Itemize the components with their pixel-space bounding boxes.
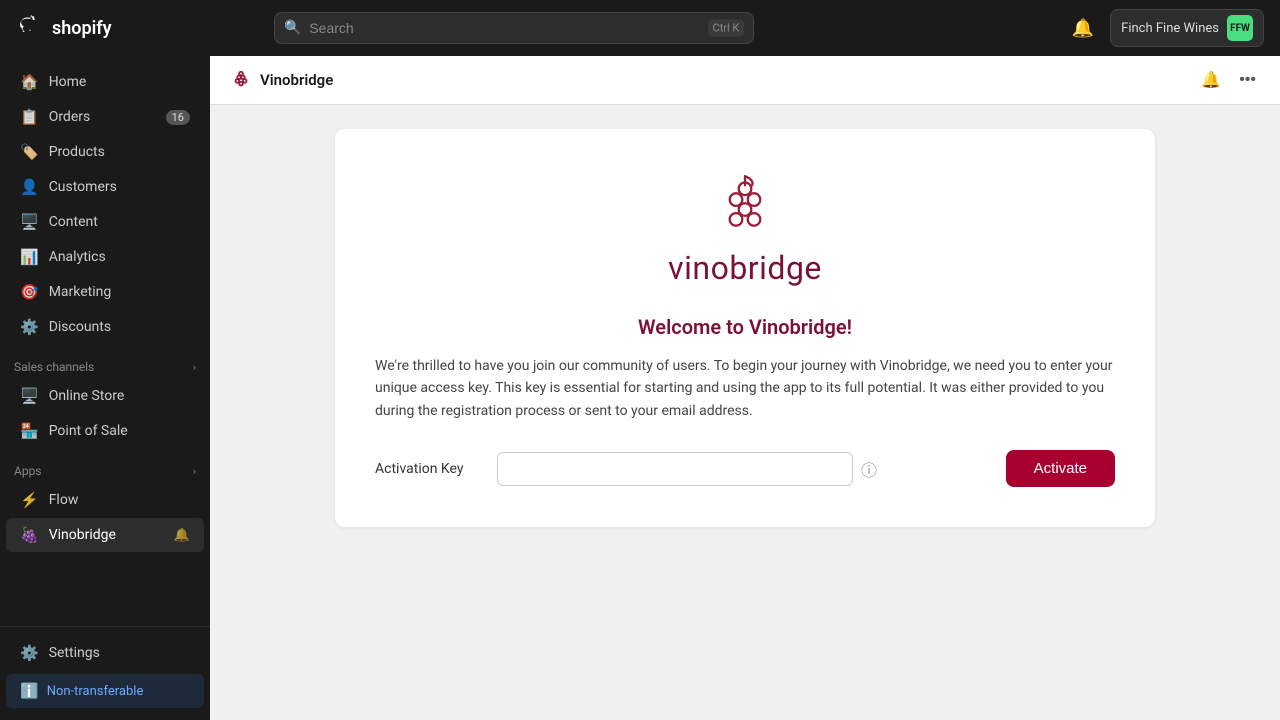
- vinobridge-bell-icon: 🔔: [174, 528, 190, 543]
- info-circle-icon: ℹ️: [20, 682, 39, 700]
- analytics-icon: 📊: [20, 248, 39, 266]
- online-store-icon: 🖥️: [20, 387, 39, 405]
- settings-icon: ⚙️: [20, 644, 39, 662]
- store-switcher[interactable]: Finch Fine Wines FFW: [1110, 9, 1264, 47]
- sidebar-item-online-store[interactable]: 🖥️ Online Store: [6, 379, 204, 413]
- sidebar-item-discounts[interactable]: ⚙️ Discounts: [6, 310, 204, 344]
- vinobridge-nav-icon: 🍇: [20, 526, 39, 544]
- welcome-heading: Welcome to Vinobridge!: [375, 315, 1115, 339]
- sales-channels-header: Sales channels ›: [0, 350, 210, 378]
- activation-label: Activation Key: [375, 461, 485, 477]
- sidebar-bottom: ⚙️ Settings ℹ️ Non-transferable: [0, 626, 210, 712]
- activation-info-icon[interactable]: ⓘ: [861, 457, 877, 481]
- orders-icon: 📋: [20, 108, 39, 126]
- welcome-body-text: We're thrilled to have you join our comm…: [375, 355, 1115, 422]
- notification-button[interactable]: 🔔: [1068, 14, 1098, 43]
- app-more-button[interactable]: •••: [1235, 67, 1260, 93]
- sidebar-item-flow[interactable]: ⚡ Flow: [6, 483, 204, 517]
- products-icon: 🏷️: [20, 143, 39, 161]
- orders-badge: 16: [166, 110, 190, 125]
- sidebar-item-products[interactable]: 🏷️ Products: [6, 135, 204, 169]
- search-shortcut: Ctrl K: [708, 20, 745, 37]
- vino-logo-area: vinobridge: [375, 169, 1115, 287]
- marketing-icon: 🎯: [20, 283, 39, 301]
- vinobridge-header-icon: [230, 69, 252, 91]
- sidebar: 🏠 Home 📋 Orders 16 🏷️ Products 👤 Custome…: [0, 56, 210, 720]
- activation-row: Activation Key ⓘ Activate: [375, 450, 1115, 487]
- sidebar-item-home[interactable]: 🏠 Home: [6, 65, 204, 99]
- sidebar-item-orders[interactable]: 📋 Orders 16: [6, 100, 204, 134]
- discounts-icon: ⚙️: [20, 318, 39, 336]
- app-header-left: Vinobridge: [230, 69, 333, 91]
- content-icon: 🖥️: [20, 213, 39, 231]
- apps-header: Apps ›: [0, 454, 210, 482]
- sidebar-item-vinobridge[interactable]: 🍇 Vinobridge 🔔: [6, 518, 204, 552]
- content-area: Vinobridge 🔔 •••: [210, 56, 1280, 720]
- store-avatar: FFW: [1227, 15, 1253, 41]
- welcome-card: vinobridge Welcome to Vinobridge! We're …: [335, 129, 1155, 527]
- app-header: Vinobridge 🔔 •••: [210, 56, 1280, 105]
- sidebar-item-settings[interactable]: ⚙️ Settings: [6, 636, 204, 670]
- vino-grape-svg: [709, 169, 781, 241]
- topbar-right: 🔔 Finch Fine Wines FFW: [1068, 9, 1264, 47]
- search-icon: 🔍: [284, 20, 301, 36]
- sidebar-item-content[interactable]: 🖥️ Content: [6, 205, 204, 239]
- app-header-title: Vinobridge: [260, 71, 333, 89]
- store-name: Finch Fine Wines: [1121, 21, 1219, 36]
- activation-input-wrap: ⓘ: [497, 452, 877, 486]
- search-input[interactable]: [274, 12, 754, 44]
- shopify-logo-text: shopify: [52, 18, 112, 39]
- app-header-actions: 🔔 •••: [1197, 66, 1260, 94]
- app-bell-button[interactable]: 🔔: [1197, 66, 1225, 94]
- topbar: shopify 🔍 Ctrl K 🔔 Finch Fine Wines FFW: [0, 0, 1280, 56]
- flow-icon: ⚡: [20, 491, 39, 509]
- activation-key-input[interactable]: [497, 452, 853, 486]
- activate-button[interactable]: Activate: [1006, 450, 1115, 487]
- sidebar-item-marketing[interactable]: 🎯 Marketing: [6, 275, 204, 309]
- sidebar-item-customers[interactable]: 👤 Customers: [6, 170, 204, 204]
- non-transferable-item[interactable]: ℹ️ Non-transferable: [6, 674, 204, 708]
- shopify-logo[interactable]: shopify: [16, 14, 112, 42]
- home-icon: 🏠: [20, 73, 39, 91]
- main-layout: 🏠 Home 📋 Orders 16 🏷️ Products 👤 Custome…: [0, 56, 1280, 720]
- sidebar-item-pos[interactable]: 🏪 Point of Sale: [6, 414, 204, 448]
- pos-icon: 🏪: [20, 422, 39, 440]
- vino-brand-name: vinobridge: [668, 249, 822, 287]
- search-bar: 🔍 Ctrl K: [274, 12, 754, 44]
- customers-icon: 👤: [20, 178, 39, 196]
- sidebar-nav: 🏠 Home 📋 Orders 16 🏷️ Products 👤 Custome…: [0, 64, 210, 626]
- sales-channels-chevron[interactable]: ›: [193, 361, 196, 374]
- sidebar-item-analytics[interactable]: 📊 Analytics: [6, 240, 204, 274]
- apps-chevron[interactable]: ›: [193, 465, 196, 478]
